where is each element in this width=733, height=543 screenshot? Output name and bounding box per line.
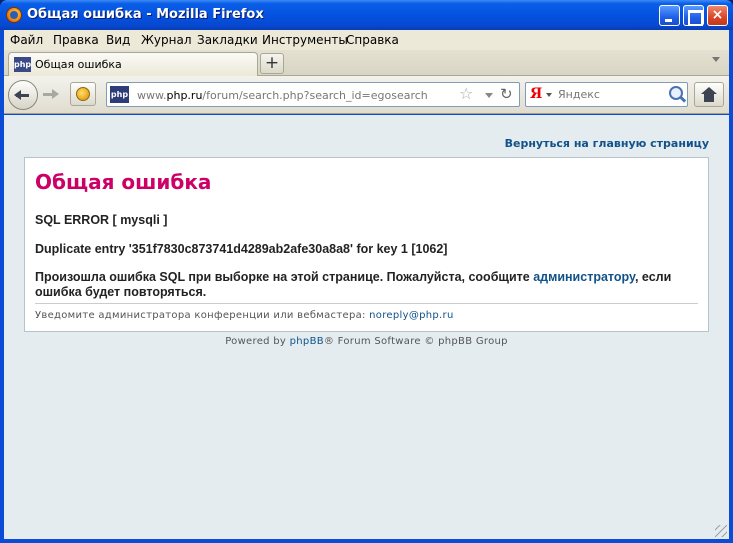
maximize-button[interactable] xyxy=(683,5,704,26)
error-panel: Общая ошибка SQL ERROR [ mysqli ] Duplic… xyxy=(24,157,709,332)
reload-icon[interactable]: ↻ xyxy=(500,85,513,103)
url-bar[interactable]: php www.php.ru/forum/search.php?search_i… xyxy=(106,82,520,107)
url-prefix: www. xyxy=(137,89,167,102)
navigation-toolbar: php www.php.ru/forum/search.php?search_i… xyxy=(4,76,729,114)
sql-error-text: SQL ERROR [ mysqli ] xyxy=(35,213,168,227)
duplicate-entry-text: Duplicate entry '351f7830c873741d4289ab2… xyxy=(35,242,448,256)
bookmark-star-icon[interactable]: ☆ xyxy=(459,84,473,103)
menu-history[interactable]: Журнал xyxy=(141,33,192,47)
back-button[interactable] xyxy=(8,80,38,110)
search-icon[interactable] xyxy=(669,86,683,100)
home-button[interactable] xyxy=(694,82,724,107)
tab-strip: php Общая ошибка + xyxy=(4,50,729,76)
tab-list-chevron-icon[interactable] xyxy=(712,57,720,62)
menu-file[interactable]: Файл xyxy=(10,33,43,47)
minimize-button[interactable] xyxy=(659,5,680,26)
return-home-link[interactable]: Вернуться на главную страницу xyxy=(505,137,709,150)
footer-after: ® Forum Software © phpBB Group xyxy=(323,336,508,347)
notice-label: Уведомите администратора конференции или… xyxy=(35,310,370,321)
menu-help[interactable]: Справка xyxy=(346,33,399,47)
back-forward-group xyxy=(8,80,64,110)
tab-label: Общая ошибка xyxy=(35,58,122,71)
footer-before: Powered by xyxy=(225,336,290,347)
search-engine-chevron-icon[interactable] xyxy=(546,93,552,97)
menu-view[interactable]: Вид xyxy=(106,33,130,47)
divider xyxy=(35,303,698,304)
tab-active[interactable]: php Общая ошибка xyxy=(8,52,258,76)
url-text[interactable]: www.php.ru/forum/search.php?search_id=eg… xyxy=(137,89,428,102)
search-bar: Я xyxy=(525,82,688,107)
url-history-chevron-icon[interactable] xyxy=(485,93,493,98)
menu-bookmarks[interactable]: Закладки xyxy=(197,33,258,47)
tab-favicon: php xyxy=(14,57,31,72)
notice-text: Уведомите администратора конференции или… xyxy=(35,310,454,321)
browser-window: Общая ошибка - Mozilla Firefox × Файл Пр… xyxy=(0,0,733,543)
new-tab-button[interactable]: + xyxy=(260,53,284,74)
menu-bar: Файл Правка Вид Журнал Закладки Инструме… xyxy=(4,30,729,50)
close-icon: × xyxy=(711,7,724,23)
page-content: Вернуться на главную страницу Общая ошиб… xyxy=(4,115,729,539)
addon-icon xyxy=(76,87,90,101)
menu-edit[interactable]: Правка xyxy=(53,33,99,47)
error-message: Произошла ошибка SQL при выборке на этой… xyxy=(35,270,700,300)
footer: Powered by phpBB® Forum Software © phpBB… xyxy=(4,336,729,347)
window-title: Общая ошибка - Mozilla Firefox xyxy=(27,7,264,22)
site-identity-icon[interactable]: php xyxy=(110,86,129,103)
email-link[interactable]: noreply@php.ru xyxy=(369,310,453,321)
message-before: Произошла ошибка SQL при выборке на этой… xyxy=(35,270,534,284)
menu-tools[interactable]: Инструменты xyxy=(262,33,348,47)
page-title: Общая ошибка xyxy=(35,170,212,194)
phpbb-link[interactable]: phpBB xyxy=(290,336,324,347)
url-path: /forum/search.php?search_id=egosearch xyxy=(202,89,428,102)
title-bar[interactable]: Общая ошибка - Mozilla Firefox × xyxy=(0,0,733,30)
forward-button[interactable] xyxy=(40,85,62,105)
url-domain: php.ru xyxy=(166,89,203,102)
addon-button[interactable] xyxy=(70,82,96,106)
administrator-link[interactable]: администратору xyxy=(533,270,635,284)
resize-grip-icon[interactable] xyxy=(715,525,727,537)
close-button[interactable]: × xyxy=(707,5,728,26)
yandex-icon[interactable]: Я xyxy=(530,86,542,102)
search-input[interactable] xyxy=(558,86,663,103)
firefox-icon[interactable] xyxy=(6,7,22,23)
